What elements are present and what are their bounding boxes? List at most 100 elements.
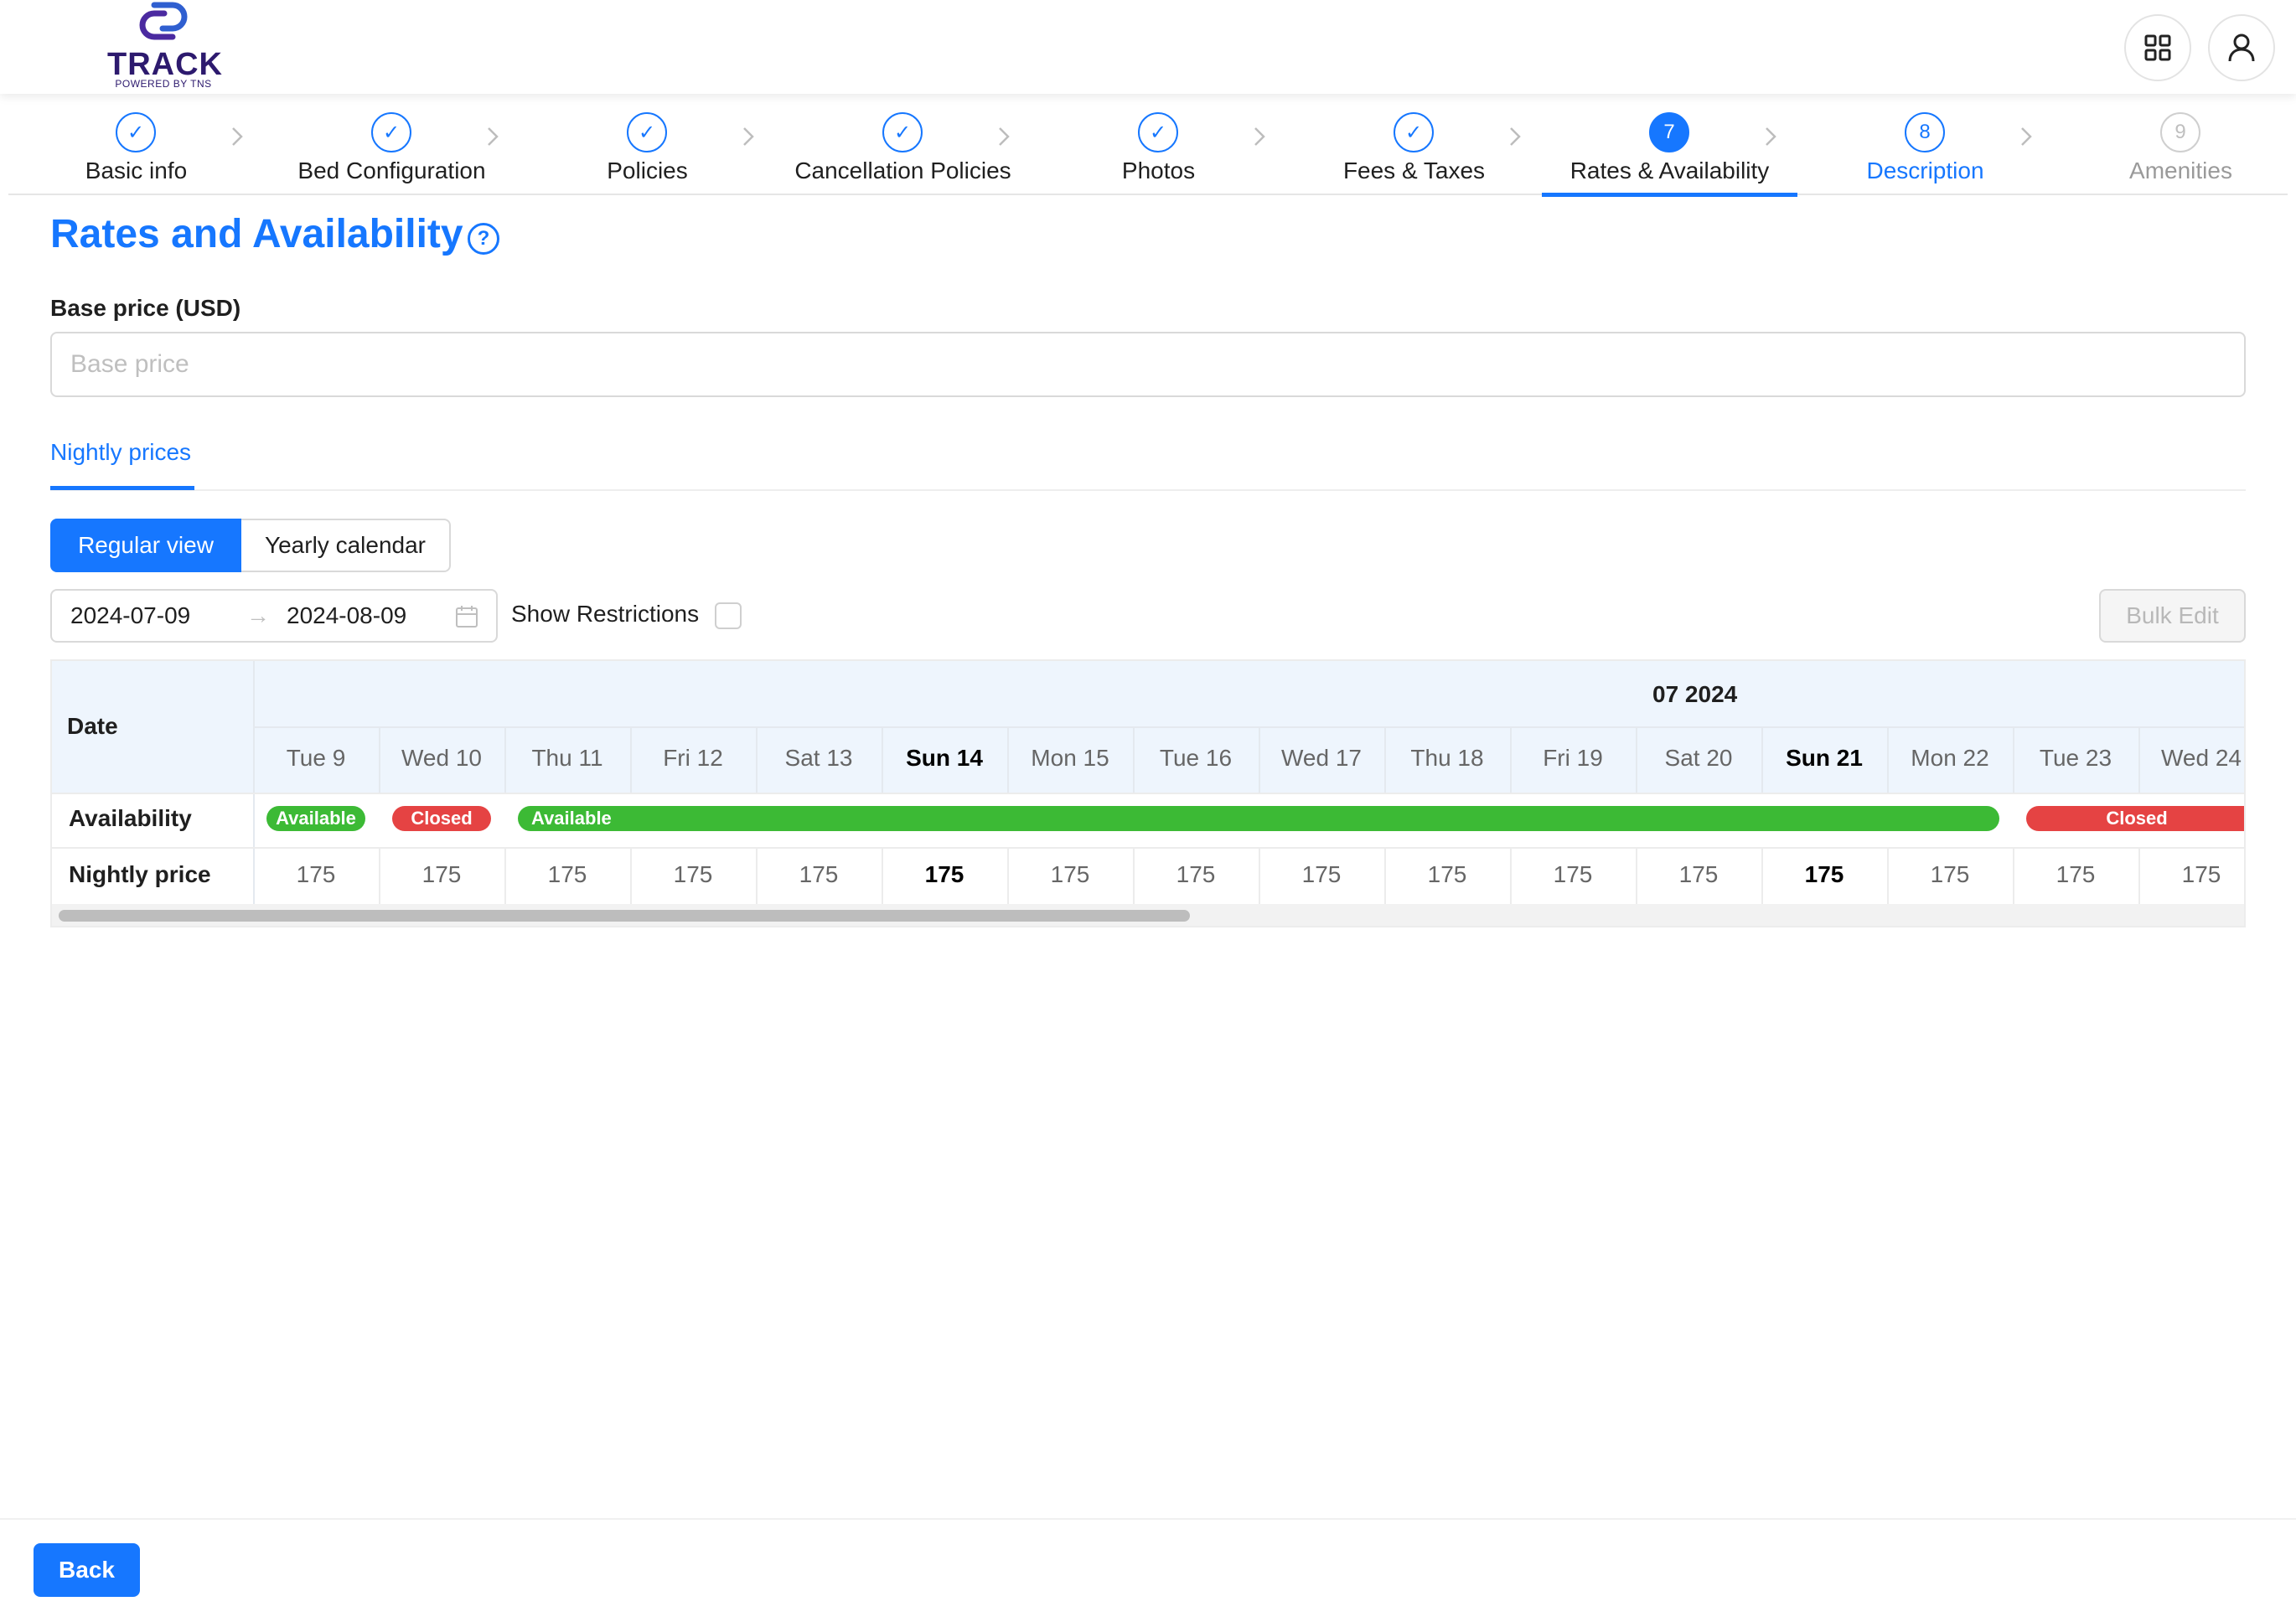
- bulk-edit-button[interactable]: Bulk Edit: [2099, 589, 2246, 643]
- chevron-right-icon: [1766, 127, 1776, 146]
- range-end-date[interactable]: 2024-08-09: [287, 602, 406, 629]
- day-header: Mon 15: [1031, 745, 1109, 771]
- column-divider: [379, 728, 380, 793]
- scrollbar-thumb[interactable]: [59, 910, 1190, 922]
- chevron-right-icon: [232, 127, 243, 146]
- check-icon: ✓: [116, 112, 156, 152]
- price-cell[interactable]: 175: [1133, 861, 1259, 888]
- day-header: Wed 17: [1281, 745, 1362, 771]
- chevron-right-icon: [2021, 127, 2032, 146]
- step-label: Amenities: [2129, 158, 2232, 183]
- day-header: Fri 19: [1543, 745, 1603, 771]
- tab-nightly-prices[interactable]: Nightly prices: [50, 439, 191, 466]
- price-cell[interactable]: 175: [2013, 861, 2138, 888]
- column-divider: [1259, 728, 1260, 793]
- footer-divider: [0, 1518, 2296, 1520]
- step-amenities[interactable]: 9 Amenities: [2053, 94, 2296, 195]
- day-header: Tue 9: [286, 745, 346, 771]
- day-header: Wed 24: [2161, 745, 2242, 771]
- price-cell[interactable]: 175: [1384, 861, 1510, 888]
- step-label: Fees & Taxes: [1342, 158, 1486, 183]
- active-step-underline: [1542, 193, 1797, 197]
- step-label: Basic info: [85, 158, 188, 183]
- day-header: Mon 22: [1911, 745, 1989, 771]
- column-divider: [882, 728, 883, 793]
- price-cell[interactable]: 175: [253, 861, 379, 888]
- price-cell[interactable]: 175: [882, 861, 1007, 888]
- chevron-right-icon: [1254, 127, 1265, 146]
- page-title: Rates and Availability: [50, 212, 463, 256]
- wizard-steps: ✓ Basic info ✓ Bed Configuration ✓ Polic…: [8, 94, 2288, 197]
- month-header: 07 2024: [1652, 681, 1738, 707]
- user-icon: [2228, 34, 2255, 62]
- step-label: Rates & Availability: [1569, 158, 1770, 183]
- step-number: 7: [1649, 112, 1689, 152]
- user-menu-button[interactable]: [2208, 14, 2275, 81]
- price-cell[interactable]: 175: [504, 861, 630, 888]
- price-cell[interactable]: 175: [1761, 861, 1887, 888]
- step-number: 9: [2160, 112, 2200, 152]
- step-label: Description: [1866, 158, 1984, 183]
- yearly-calendar-button[interactable]: Yearly calendar: [241, 519, 451, 572]
- base-price-input[interactable]: [50, 332, 2246, 397]
- base-price-label: Base price (USD): [50, 295, 241, 321]
- column-divider: [2013, 849, 2014, 904]
- availability-bar-available[interactable]: Available: [518, 806, 1999, 831]
- track-logo[interactable]: TRACK POWERED BY TNS: [107, 0, 222, 94]
- back-button[interactable]: Back: [34, 1543, 140, 1597]
- column-divider: [1636, 728, 1637, 793]
- step-label: Bed Configuration: [297, 158, 486, 183]
- price-cell[interactable]: 175: [1887, 861, 2013, 888]
- column-divider: [1007, 849, 1009, 904]
- price-cell[interactable]: 175: [1510, 861, 1636, 888]
- show-restrictions-checkbox[interactable]: [715, 602, 742, 629]
- price-cell[interactable]: 175: [630, 861, 756, 888]
- day-header: Thu 11: [531, 745, 603, 771]
- row-divider: [52, 847, 2244, 849]
- chevron-right-icon: [1510, 127, 1521, 146]
- check-icon: ✓: [371, 112, 411, 152]
- chevron-right-icon: [488, 127, 499, 146]
- help-icon[interactable]: ?: [468, 223, 499, 255]
- day-header: Sun 14: [906, 745, 983, 771]
- day-header: Sat 20: [1664, 745, 1733, 771]
- column-divider: [1133, 728, 1135, 793]
- check-icon: ✓: [1394, 112, 1434, 152]
- column-divider: [1133, 849, 1135, 904]
- price-cell[interactable]: 175: [379, 861, 504, 888]
- column-divider: [504, 728, 506, 793]
- price-cell[interactable]: 175: [1636, 861, 1761, 888]
- column-divider: [630, 728, 632, 793]
- availability-calendar: Date 07 2024 Tue 9 Wed 10 Thu 11 Fri 12 …: [50, 659, 2246, 927]
- availability-bar-available[interactable]: Available: [266, 806, 365, 831]
- price-cell[interactable]: 175: [1259, 861, 1384, 888]
- price-cell[interactable]: 175: [2138, 861, 2244, 888]
- column-divider: [630, 849, 632, 904]
- availability-bar-closed[interactable]: Closed: [2026, 806, 2244, 831]
- range-start-date[interactable]: 2024-07-09: [70, 602, 190, 629]
- column-divider: [1887, 849, 1889, 904]
- availability-row-label: Availability: [69, 805, 192, 831]
- show-restrictions-label: Show Restrictions: [511, 601, 700, 627]
- step-label: Cancellation Policies: [794, 158, 1011, 183]
- top-bar: TRACK POWERED BY TNS: [0, 0, 2296, 94]
- range-arrow-icon: →: [246, 602, 270, 628]
- column-divider: [756, 728, 758, 793]
- day-header: Wed 10: [401, 745, 482, 771]
- view-toggle: Regular view Yearly calendar: [50, 519, 451, 572]
- regular-view-button[interactable]: Regular view: [50, 519, 241, 572]
- date-range-picker[interactable]: 2024-07-09 → 2024-08-09: [50, 589, 498, 643]
- nightly-price-row-label: Nightly price: [69, 861, 211, 887]
- apps-button[interactable]: [2124, 14, 2191, 81]
- step-label: Policies: [607, 158, 688, 183]
- availability-bar-closed[interactable]: Closed: [392, 806, 491, 831]
- day-header: Sat 13: [784, 745, 853, 771]
- check-icon: ✓: [882, 112, 923, 152]
- price-cell[interactable]: 175: [1007, 861, 1133, 888]
- logo-mark-icon: [139, 2, 188, 40]
- price-cell[interactable]: 175: [756, 861, 882, 888]
- row-divider: [52, 793, 2244, 794]
- step-number: 8: [1905, 112, 1945, 152]
- step-label: Photos: [1121, 158, 1196, 183]
- check-icon: ✓: [1138, 112, 1178, 152]
